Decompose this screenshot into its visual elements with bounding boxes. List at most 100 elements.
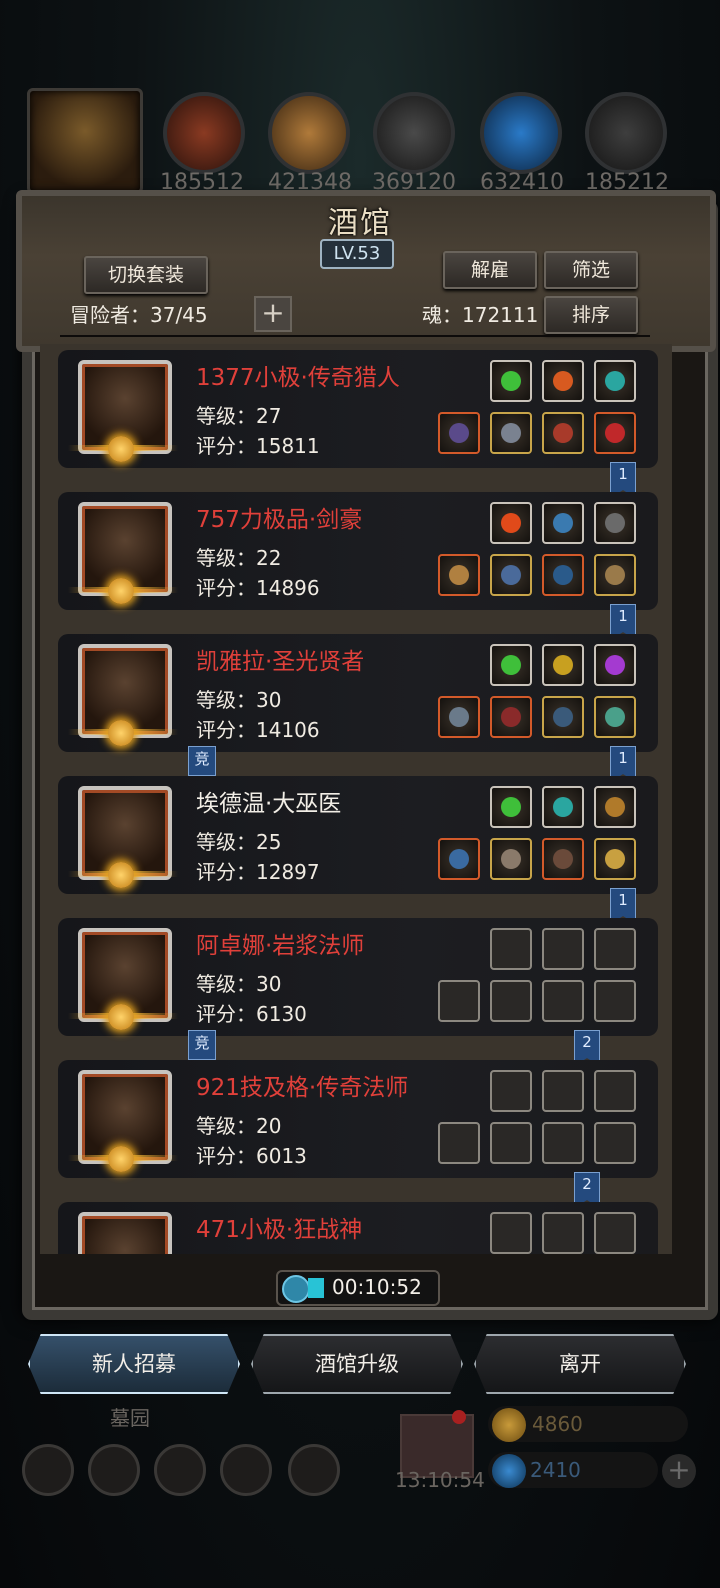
hero-card[interactable]: 921技及格·传奇法师 等级：20 评分：6013 bbox=[58, 1060, 658, 1178]
hero-name: 阿卓娜·岩浆法师 bbox=[196, 933, 365, 959]
hero-card[interactable]: 埃德温·大巫医 等级：25 评分：12897 bbox=[58, 776, 658, 894]
empty-slot[interactable] bbox=[490, 928, 532, 970]
gem-icon bbox=[492, 1454, 526, 1488]
equip-slot[interactable] bbox=[594, 696, 636, 738]
empty-slot[interactable] bbox=[490, 980, 532, 1022]
sort-button[interactable]: 排序 bbox=[544, 296, 638, 334]
hero-card[interactable]: 471小极·狂战神 bbox=[58, 1202, 658, 1254]
chest-icon[interactable] bbox=[288, 1444, 340, 1496]
empty-slot[interactable] bbox=[490, 1212, 532, 1254]
hero-card[interactable]: 阿卓娜·岩浆法师 等级：30 评分：6130 bbox=[58, 918, 658, 1036]
add-slot-button[interactable]: + bbox=[254, 296, 292, 332]
equip-slot[interactable] bbox=[594, 838, 636, 880]
hero-card[interactable]: 凯雅拉·圣光贤者 等级：30 评分：14106 bbox=[58, 634, 658, 752]
graveyard-label: 墓园 bbox=[110, 1406, 150, 1430]
equip-slot[interactable] bbox=[542, 786, 584, 828]
equip-slot[interactable] bbox=[438, 412, 480, 454]
equip-slot[interactable] bbox=[594, 786, 636, 828]
equip-slot[interactable] bbox=[490, 554, 532, 596]
settings-icon[interactable] bbox=[22, 1444, 74, 1496]
empty-slot[interactable] bbox=[438, 1122, 480, 1164]
hero-name: 凯雅拉·圣光贤者 bbox=[196, 649, 365, 675]
rank-badge-icon bbox=[108, 436, 134, 462]
hero-list[interactable]: 1377小极·传奇猎人 等级：27 评分：15811 1 757力极品·剑豪 等… bbox=[40, 344, 672, 1254]
hero-score: 评分：15811 bbox=[196, 434, 320, 458]
equip-slot[interactable] bbox=[594, 502, 636, 544]
equip-slot[interactable] bbox=[490, 360, 532, 402]
empty-slot[interactable] bbox=[490, 1122, 532, 1164]
book-icon[interactable] bbox=[220, 1444, 272, 1496]
equip-slot[interactable] bbox=[542, 502, 584, 544]
equip-slot[interactable] bbox=[594, 644, 636, 686]
equip-slot[interactable] bbox=[490, 412, 532, 454]
empty-slot[interactable] bbox=[542, 1070, 584, 1112]
recruit-button[interactable]: 新人招募 bbox=[28, 1334, 240, 1394]
equip-slot[interactable] bbox=[490, 696, 532, 738]
equip-slot[interactable] bbox=[594, 554, 636, 596]
empty-slot[interactable] bbox=[594, 980, 636, 1022]
wood-resource-icon bbox=[268, 92, 350, 174]
equip-slot[interactable] bbox=[542, 360, 584, 402]
empty-slot[interactable] bbox=[542, 1122, 584, 1164]
equip-slot[interactable] bbox=[490, 838, 532, 880]
equip-slot[interactable] bbox=[542, 838, 584, 880]
empty-slot[interactable] bbox=[542, 1212, 584, 1254]
empty-slot[interactable] bbox=[542, 980, 584, 1022]
hero-name: 471小极·狂战神 bbox=[196, 1217, 363, 1243]
hero-level: 等级：20 bbox=[196, 1114, 282, 1138]
dismiss-button[interactable]: 解雇 bbox=[443, 251, 537, 289]
hero-name: 757力极品·剑豪 bbox=[196, 507, 363, 533]
add-gems-button[interactable]: + bbox=[662, 1454, 696, 1488]
hero-name: 921技及格·传奇法师 bbox=[196, 1075, 409, 1101]
empty-slot[interactable] bbox=[490, 1070, 532, 1112]
equip-slot[interactable] bbox=[594, 360, 636, 402]
equip-slot[interactable] bbox=[490, 502, 532, 544]
castle-icon[interactable] bbox=[154, 1444, 206, 1496]
equip-slot[interactable] bbox=[542, 554, 584, 596]
empty-slot[interactable] bbox=[594, 1070, 636, 1112]
equip-slot[interactable] bbox=[542, 412, 584, 454]
rank-badge-icon bbox=[108, 578, 134, 604]
timer-text: 00:10:52 bbox=[332, 1275, 422, 1299]
hero-score: 评分：14106 bbox=[196, 718, 320, 742]
hero-score: 评分：6013 bbox=[196, 1144, 307, 1168]
rank-badge-icon bbox=[108, 720, 134, 746]
empty-slot[interactable] bbox=[594, 1212, 636, 1254]
hero-portrait-icon[interactable] bbox=[27, 88, 143, 194]
empty-slot[interactable] bbox=[594, 928, 636, 970]
filter-button[interactable]: 筛选 bbox=[544, 251, 638, 289]
divider bbox=[60, 335, 650, 337]
empty-slot[interactable] bbox=[438, 980, 480, 1022]
leave-button[interactable]: 离开 bbox=[474, 1334, 686, 1394]
notification-dot bbox=[452, 1410, 466, 1424]
hero-score: 评分：12897 bbox=[196, 860, 320, 884]
equip-slot[interactable] bbox=[490, 786, 532, 828]
gold-amount: 4860 bbox=[532, 1412, 583, 1436]
gem-amount: 2410 bbox=[530, 1458, 581, 1482]
upgrade-tavern-button[interactable]: 酒馆升级 bbox=[251, 1334, 463, 1394]
adventurer-count: 冒险者：37/45 bbox=[70, 303, 208, 327]
equip-slot[interactable] bbox=[438, 838, 480, 880]
empty-slot[interactable] bbox=[542, 928, 584, 970]
clock-icon bbox=[282, 1275, 310, 1303]
equip-slot[interactable] bbox=[490, 644, 532, 686]
empty-slot[interactable] bbox=[594, 1122, 636, 1164]
equip-slot[interactable] bbox=[594, 412, 636, 454]
hero-level: 等级：22 bbox=[196, 546, 282, 570]
equip-slot[interactable] bbox=[438, 554, 480, 596]
iron-resource-icon bbox=[585, 92, 667, 174]
hero-level: 等级：30 bbox=[196, 972, 282, 996]
hero-level: 等级：25 bbox=[196, 830, 282, 854]
hero-level: 等级：30 bbox=[196, 688, 282, 712]
star-icon[interactable] bbox=[88, 1444, 140, 1496]
competitive-tag: 竞 bbox=[188, 746, 216, 776]
equip-slot[interactable] bbox=[542, 696, 584, 738]
hero-card[interactable]: 1377小极·传奇猎人 等级：27 评分：15811 bbox=[58, 350, 658, 468]
equip-slot[interactable] bbox=[438, 696, 480, 738]
hero-card[interactable]: 757力极品·剑豪 等级：22 评分：14896 bbox=[58, 492, 658, 610]
equip-slot[interactable] bbox=[542, 644, 584, 686]
hero-score: 评分：14896 bbox=[196, 576, 320, 600]
panel-title: 酒馆 bbox=[328, 206, 392, 241]
switch-outfit-button[interactable]: 切换套装 bbox=[84, 256, 208, 294]
tavern-level: LV.53 bbox=[320, 239, 394, 269]
